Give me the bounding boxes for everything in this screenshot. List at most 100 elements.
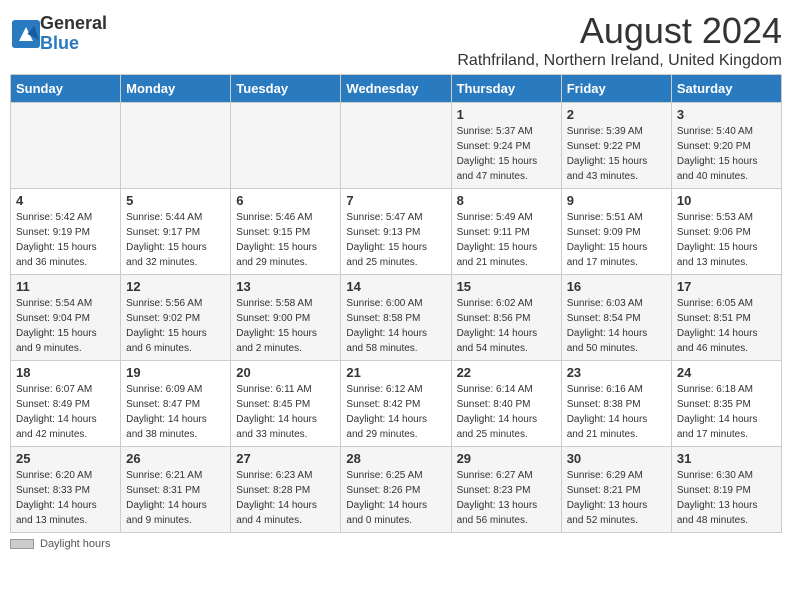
day-info: Sunrise: 6:14 AMSunset: 8:40 PMDaylight:…	[457, 382, 556, 442]
col-friday: Friday	[561, 75, 671, 103]
table-row: 18 Sunrise: 6:07 AMSunset: 8:49 PMDayligh…	[11, 361, 121, 447]
day-number: 28	[346, 451, 445, 466]
day-info: Sunrise: 6:00 AMSunset: 8:58 PMDaylight:…	[346, 296, 445, 356]
day-number: 23	[567, 365, 666, 380]
day-number: 24	[677, 365, 776, 380]
day-number: 17	[677, 279, 776, 294]
day-info: Sunrise: 6:03 AMSunset: 8:54 PMDaylight:…	[567, 296, 666, 356]
day-info: Sunrise: 6:05 AMSunset: 8:51 PMDaylight:…	[677, 296, 776, 356]
location-title: Rathfriland, Northern Ireland, United Ki…	[457, 52, 782, 70]
col-thursday: Thursday	[451, 75, 561, 103]
month-title: August 2024	[457, 10, 782, 52]
title-block: August 2024 Rathfriland, Northern Irelan…	[457, 10, 782, 70]
day-number: 22	[457, 365, 556, 380]
day-info: Sunrise: 6:21 AMSunset: 8:31 PMDaylight:…	[126, 468, 225, 528]
table-row: 26 Sunrise: 6:21 AMSunset: 8:31 PMDayligh…	[121, 447, 231, 533]
day-info: Sunrise: 5:37 AMSunset: 9:24 PMDaylight:…	[457, 124, 556, 184]
col-tuesday: Tuesday	[231, 75, 341, 103]
day-number: 21	[346, 365, 445, 380]
col-wednesday: Wednesday	[341, 75, 451, 103]
day-info: Sunrise: 6:29 AMSunset: 8:21 PMDaylight:…	[567, 468, 666, 528]
table-row: 6Sunrise: 5:46 AMSunset: 9:15 PMDaylight…	[231, 189, 341, 275]
calendar-header-row: Sunday Monday Tuesday Wednesday Thursday…	[11, 75, 782, 103]
day-number: 27	[236, 451, 335, 466]
day-number: 7	[346, 193, 445, 208]
table-row: 20 Sunrise: 6:11 AMSunset: 8:45 PMDayligh…	[231, 361, 341, 447]
day-number: 29	[457, 451, 556, 466]
day-number: 30	[567, 451, 666, 466]
daylight-hours-label: Daylight hours	[40, 538, 110, 550]
day-number: 10	[677, 193, 776, 208]
day-info: Sunrise: 5:47 AMSunset: 9:13 PMDaylight:…	[346, 210, 445, 270]
day-info: Sunrise: 5:40 AMSunset: 9:20 PMDaylight:…	[677, 124, 776, 184]
table-row: 19Sunrise: 6:09 AMSunset: 8:47 PMDayligh…	[121, 361, 231, 447]
day-number: 3	[677, 107, 776, 122]
logo-icon	[12, 20, 40, 48]
day-info: Sunrise: 6:23 AMSunset: 8:28 PMDaylight:…	[236, 468, 335, 528]
day-number: 16	[567, 279, 666, 294]
day-number: 13	[236, 279, 335, 294]
logo-blue-text: Blue	[40, 34, 107, 54]
calendar-week-row: 25 Sunrise: 6:20 AMSunset: 8:33 PMDayligh…	[11, 447, 782, 533]
day-number: 9	[567, 193, 666, 208]
table-row	[11, 103, 121, 189]
day-number: 12	[126, 279, 225, 294]
page-header: General Blue August 2024 Rathfriland, No…	[10, 10, 782, 70]
day-info: Sunrise: 6:02 AMSunset: 8:56 PMDaylight:…	[457, 296, 556, 356]
table-row: 2 Sunrise: 5:39 AMSunset: 9:22 PMDaylight…	[561, 103, 671, 189]
daylight-box	[10, 539, 34, 549]
day-number: 26	[126, 451, 225, 466]
day-number: 5	[126, 193, 225, 208]
day-info: Sunrise: 5:58 AMSunset: 9:00 PMDaylight:…	[236, 296, 335, 356]
table-row: 15 Sunrise: 6:02 AMSunset: 8:56 PMDayligh…	[451, 275, 561, 361]
day-number: 14	[346, 279, 445, 294]
day-info: Sunrise: 5:54 AMSunset: 9:04 PMDaylight:…	[16, 296, 115, 356]
table-row: 14 Sunrise: 6:00 AMSunset: 8:58 PMDayligh…	[341, 275, 451, 361]
table-row: 12Sunrise: 5:56 AMSunset: 9:02 PMDayligh…	[121, 275, 231, 361]
day-info: Sunrise: 5:44 AMSunset: 9:17 PMDaylight:…	[126, 210, 225, 270]
day-number: 15	[457, 279, 556, 294]
day-number: 8	[457, 193, 556, 208]
calendar-week-row: 4Sunrise: 5:42 AMSunset: 9:19 PMDaylight…	[11, 189, 782, 275]
day-info: Sunrise: 6:11 AMSunset: 8:45 PMDaylight:…	[236, 382, 335, 442]
table-row: 23Sunrise: 6:16 AMSunset: 8:38 PMDayligh…	[561, 361, 671, 447]
table-row: 17 Sunrise: 6:05 AMSunset: 8:51 PMDayligh…	[671, 275, 781, 361]
day-info: Sunrise: 5:53 AMSunset: 9:06 PMDaylight:…	[677, 210, 776, 270]
day-number: 2	[567, 107, 666, 122]
day-info: Sunrise: 5:42 AMSunset: 9:19 PMDaylight:…	[16, 210, 115, 270]
col-sunday: Sunday	[11, 75, 121, 103]
day-info: Sunrise: 5:39 AMSunset: 9:22 PMDaylight:…	[567, 124, 666, 184]
calendar-week-row: 1Sunrise: 5:37 AMSunset: 9:24 PMDaylight…	[11, 103, 782, 189]
day-number: 19	[126, 365, 225, 380]
table-row: 13 Sunrise: 5:58 AMSunset: 9:00 PMDayligh…	[231, 275, 341, 361]
table-row: 1Sunrise: 5:37 AMSunset: 9:24 PMDaylight…	[451, 103, 561, 189]
table-row: 27 Sunrise: 6:23 AMSunset: 8:28 PMDayligh…	[231, 447, 341, 533]
day-info: Sunrise: 6:27 AMSunset: 8:23 PMDaylight:…	[457, 468, 556, 528]
day-number: 11	[16, 279, 115, 294]
day-number: 18	[16, 365, 115, 380]
table-row: 9Sunrise: 5:51 AMSunset: 9:09 PMDaylight…	[561, 189, 671, 275]
day-number: 31	[677, 451, 776, 466]
day-info: Sunrise: 6:30 AMSunset: 8:19 PMDaylight:…	[677, 468, 776, 528]
logo: General Blue	[10, 14, 107, 54]
col-monday: Monday	[121, 75, 231, 103]
table-row: 3 Sunrise: 5:40 AMSunset: 9:20 PMDaylight…	[671, 103, 781, 189]
table-row: 28 Sunrise: 6:25 AMSunset: 8:26 PMDayligh…	[341, 447, 451, 533]
table-row: 16 Sunrise: 6:03 AMSunset: 8:54 PMDayligh…	[561, 275, 671, 361]
logo-general-text: General	[40, 14, 107, 34]
day-number: 25	[16, 451, 115, 466]
day-number: 6	[236, 193, 335, 208]
table-row: 22 Sunrise: 6:14 AMSunset: 8:40 PMDayligh…	[451, 361, 561, 447]
day-info: Sunrise: 6:07 AMSunset: 8:49 PMDaylight:…	[16, 382, 115, 442]
table-row: 31 Sunrise: 6:30 AMSunset: 8:19 PMDayligh…	[671, 447, 781, 533]
table-row: 29 Sunrise: 6:27 AMSunset: 8:23 PMDayligh…	[451, 447, 561, 533]
table-row	[341, 103, 451, 189]
day-info: Sunrise: 6:12 AMSunset: 8:42 PMDaylight:…	[346, 382, 445, 442]
table-row: 11 Sunrise: 5:54 AMSunset: 9:04 PMDayligh…	[11, 275, 121, 361]
calendar-week-row: 18 Sunrise: 6:07 AMSunset: 8:49 PMDayligh…	[11, 361, 782, 447]
day-info: Sunrise: 6:20 AMSunset: 8:33 PMDaylight:…	[16, 468, 115, 528]
day-number: 20	[236, 365, 335, 380]
footer: Daylight hours	[10, 538, 782, 550]
col-saturday: Saturday	[671, 75, 781, 103]
day-info: Sunrise: 6:25 AMSunset: 8:26 PMDaylight:…	[346, 468, 445, 528]
